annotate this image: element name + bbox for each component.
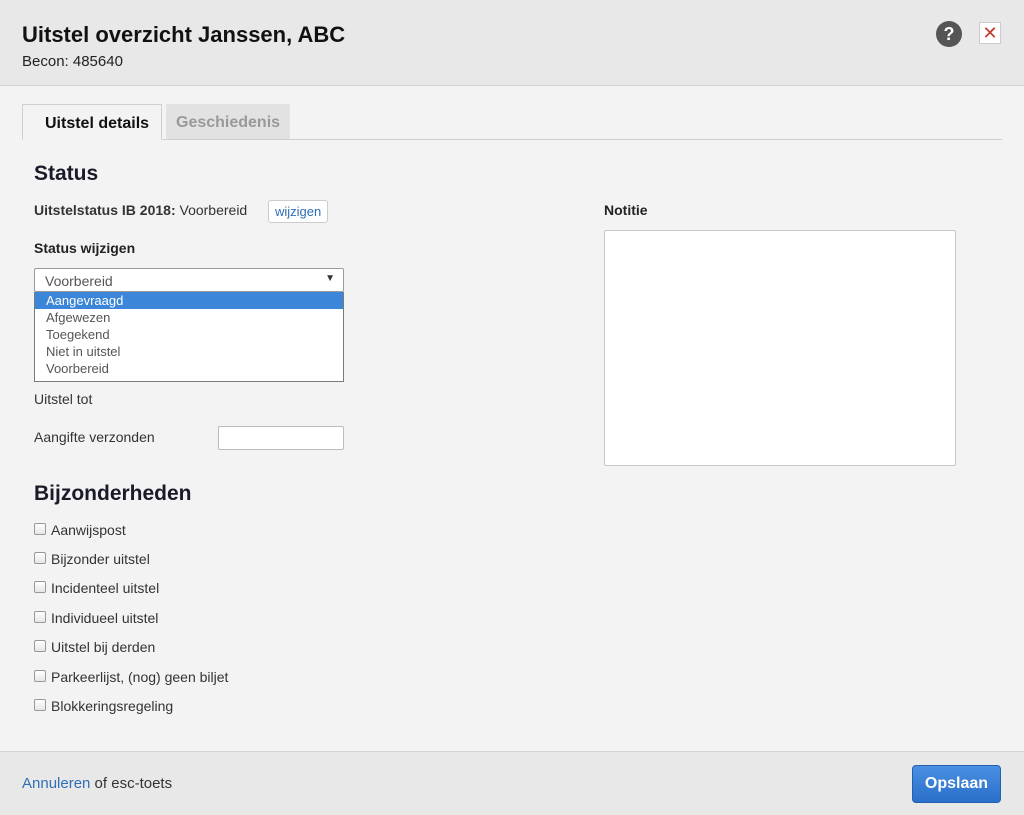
dialog-footer: Annuleren of esc-toets Opslaan <box>0 751 1024 815</box>
checkbox[interactable] <box>34 640 46 653</box>
checkbox-label: Bijzonder uitstel <box>51 551 150 567</box>
opslaan-button[interactable]: Opslaan <box>912 765 1001 803</box>
aangifte-verzonden-label: Aangifte verzonden <box>34 429 155 445</box>
checkbox[interactable] <box>34 581 46 594</box>
checkbox-label: Individueel uitstel <box>51 610 159 626</box>
status-select-value: Voorbereid <box>45 273 113 289</box>
status-wijzigen-label: Status wijzigen <box>34 240 136 256</box>
status-dropdown-list: Aangevraagd Afgewezen Toegekend Niet in … <box>34 292 344 382</box>
tab-uitstel-details[interactable]: Uitstel details <box>22 104 162 140</box>
status-select[interactable]: Voorbereid ▼ <box>34 268 344 292</box>
option-niet-in-uitstel[interactable]: Niet in uitstel <box>35 343 343 360</box>
wijzigen-button[interactable]: wijzigen <box>268 200 329 223</box>
status-heading: Status <box>34 162 99 185</box>
status-value: Voorbereid <box>179 202 248 218</box>
chevron-down-icon: ▼ <box>325 273 335 284</box>
checkbox-uitstel-bij-derden[interactable]: Uitstel bij derden <box>34 639 155 659</box>
annuleren-link[interactable]: Annuleren <box>22 775 90 792</box>
option-toegekend[interactable]: Toegekend <box>35 326 343 343</box>
dialog-title: Uitstel overzicht Janssen, ABC <box>22 22 346 47</box>
tab-geschiedenis[interactable]: Geschiedenis <box>166 104 290 139</box>
checkbox[interactable] <box>34 699 46 712</box>
option-aangevraagd[interactable]: Aangevraagd <box>35 292 343 309</box>
checkbox-label: Incidenteel uitstel <box>51 580 160 596</box>
dialog-header: Uitstel overzicht Janssen, ABC Becon: 48… <box>0 0 1024 86</box>
checkbox-bijzonder-uitstel[interactable]: Bijzonder uitstel <box>34 551 150 571</box>
checkbox[interactable] <box>34 552 46 565</box>
close-icon[interactable]: ✕ <box>979 22 1001 44</box>
status-line: Uitstelstatus IB 2018: Voorbereid <box>34 202 247 218</box>
checkbox-label: Blokkeringsregeling <box>51 698 174 714</box>
aangifte-verzonden-field[interactable] <box>218 426 344 450</box>
checkbox-aanwijspost[interactable]: Aanwijspost <box>34 522 126 542</box>
tabs-divider <box>22 139 1002 140</box>
uitstel-tot-label: Uitstel tot <box>34 391 93 407</box>
checkbox[interactable] <box>34 611 46 624</box>
checkbox-label: Aanwijspost <box>51 522 126 538</box>
bijzonderheden-heading: Bijzonderheden <box>34 482 192 505</box>
footer-text: Annuleren of esc-toets <box>22 775 172 792</box>
status-label: Uitstelstatus IB 2018: <box>34 202 176 218</box>
notitie-textarea[interactable] <box>604 230 956 466</box>
footer-hint: of esc-toets <box>90 775 173 792</box>
checkbox-blokkeringsregeling[interactable]: Blokkeringsregeling <box>34 698 173 718</box>
dialog-subtitle: Becon: 485640 <box>22 53 123 70</box>
notitie-label: Notitie <box>604 202 648 218</box>
checkbox-label: Uitstel bij derden <box>51 639 156 655</box>
checkbox-incidenteel-uitstel[interactable]: Incidenteel uitstel <box>34 580 159 600</box>
option-voorbereid[interactable]: Voorbereid <box>35 360 343 377</box>
checkbox[interactable] <box>34 523 46 536</box>
option-afgewezen[interactable]: Afgewezen <box>35 309 343 326</box>
checkbox[interactable] <box>34 670 46 683</box>
checkbox-parkeerlijst[interactable]: Parkeerlijst, (nog) geen biljet <box>34 669 228 689</box>
checkbox-label: Parkeerlijst, (nog) geen biljet <box>51 669 229 685</box>
checkbox-individueel-uitstel[interactable]: Individueel uitstel <box>34 610 158 630</box>
help-icon[interactable]: ? <box>936 21 962 47</box>
